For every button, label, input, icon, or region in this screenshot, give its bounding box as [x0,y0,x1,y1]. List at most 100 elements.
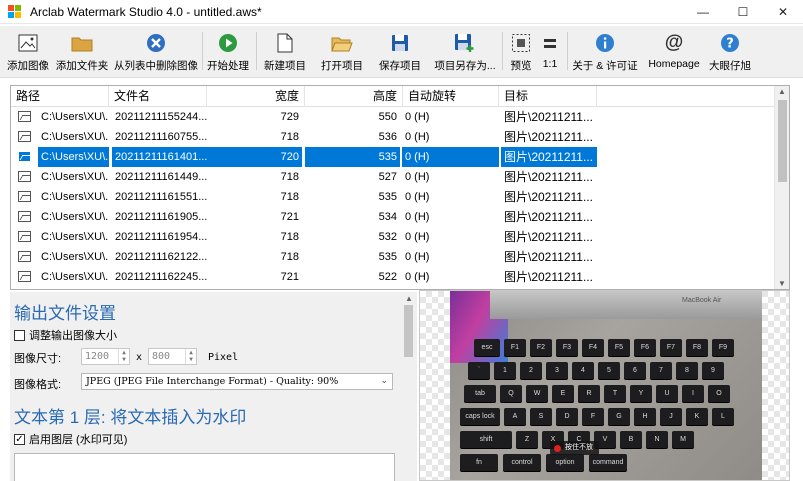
minimize-button[interactable]: — [683,0,723,24]
checkbox-icon[interactable] [14,329,25,341]
remove-image-label: 从列表中删除图像 [114,60,198,72]
times-sign: x [136,352,143,363]
table-row[interactable]: C:\Users\XU\... 20211211161551... 718 535 0 … [11,187,776,207]
cell-rotate: 0 (H) [405,251,430,263]
table-row[interactable]: C:\Users\XU\... 20211211161905... 721 534 0 … [11,207,776,227]
list-scroll-thumb[interactable] [778,100,787,182]
cell-rotate: 0 (H) [405,131,430,143]
maximize-button[interactable]: ☐ [723,0,763,24]
cell-name: 20211211161551... [115,191,207,203]
laptop-brand-label: MacBook Air [682,297,722,304]
text-layer-title: 文本第 1 层: 将文本插入为水印 [14,408,247,427]
new-project-button[interactable]: 新建项目 [262,28,308,74]
image-format-select[interactable]: JPEG (JPEG File Interchange Format) - Qu… [81,373,393,390]
cell-rotate: 0 (H) [405,191,430,203]
scroll-up-icon[interactable]: ▲ [778,87,786,96]
cell-target: 图片\20211211... [504,130,593,144]
cell-target: 图片\20211211... [504,270,593,284]
keyboard-key: B [620,431,642,448]
cell-path: C:\Users\XU\... [41,171,109,183]
open-project-button[interactable]: 打开项目 [319,28,365,74]
table-row[interactable]: C:\Users\XU\... 20211211161954... 718 532 0 … [11,227,776,247]
settings-scroll-thumb[interactable] [404,305,413,357]
column-header-filename[interactable]: 文件名 [109,86,207,107]
cell-path: C:\Users\XU\... [41,271,109,283]
resize-output-checkbox[interactable]: 调整输出图像大小 [14,327,117,343]
preview-icon [510,32,532,54]
save-project-as-button[interactable]: 项目另存为... [434,28,496,74]
laptop-lid [490,291,762,319]
settings-scrollbar[interactable]: ▲ [400,292,417,481]
at-sign-icon: @ [664,32,684,53]
info-icon [594,32,616,54]
keyboard-key: F2 [530,339,552,356]
cell-path: C:\Users\XU\... [41,191,109,203]
image-file-icon [18,191,31,202]
stepper-arrows-icon[interactable]: ▲ ▼ [118,349,129,364]
keyboard-key: ` [468,362,490,379]
column-header-target[interactable]: 目标 [499,86,597,107]
height-stepper[interactable]: 800 ▲ ▼ [148,348,197,365]
cell-height: 535 [305,147,400,167]
image-file-icon [18,271,31,282]
zoom-1to1-button[interactable]: 1:1 [538,28,562,74]
table-row[interactable]: C:\Users\XU\... 20211211161449... 718 527 0 … [11,167,776,187]
column-header-width[interactable]: 宽度 [207,86,305,107]
save-icon [389,32,411,54]
add-folder-button[interactable]: 添加文件夹 [55,28,109,74]
enable-layer-checkbox[interactable]: ✓ 启用图层 (水印可见) [14,431,127,447]
help-button[interactable]: ? 大眼仔旭 [707,28,753,74]
help-icon: ? [719,32,741,54]
table-row[interactable]: C:\Users\XU\... 20211211162122... 718 535 0 … [11,247,776,267]
list-header: 路径 文件名 宽度 高度 自动旋转 目标 [11,86,776,107]
cell-path: C:\Users\XU\... [38,147,109,167]
preview-label: 预览 [510,60,532,72]
start-processing-button[interactable]: 开始处理 [206,28,250,74]
add-image-label: 添加图像 [7,60,49,72]
keyboard-key: W [526,385,548,402]
keyboard-key: command [589,454,627,471]
column-header-path[interactable]: 路径 [11,86,109,107]
close-button[interactable]: ✕ [763,0,803,24]
toolbar-separator [502,32,503,70]
watermark-text-input[interactable] [14,453,395,481]
cell-path: C:\Users\XU\... [41,211,109,223]
scroll-down-icon[interactable]: ▼ [778,279,786,288]
save-project-button[interactable]: 保存项目 [377,28,423,74]
image-icon [17,32,39,54]
resize-output-label: 调整输出图像大小 [29,330,117,342]
cell-width: 718 [280,251,299,263]
preview-button[interactable]: 预览 [508,28,534,74]
keyboard-key: esc [474,339,500,356]
remove-image-button[interactable]: 从列表中删除图像 [114,28,198,74]
cell-name: 20211211161905... [115,211,207,223]
homepage-label: Homepage [648,58,700,70]
column-header-height[interactable]: 高度 [305,86,403,107]
checkbox-checked-icon[interactable]: ✓ [14,433,25,445]
keyboard-key: 9 [702,362,724,379]
keyboard-key: N [646,431,668,448]
cell-path: C:\Users\XU\... [41,111,109,123]
keyboard-key: G [608,408,630,425]
width-stepper[interactable]: 1200 ▲ ▼ [81,348,130,365]
homepage-button[interactable]: @ Homepage [645,28,703,74]
column-header-auto-rotate[interactable]: 自动旋转 [403,86,499,107]
cell-name: 20211211162245... [115,271,207,283]
toolbar: 添加图像 添加文件夹 从列表中删除图像 开始处理 新建项目 打开项目 保存项目 … [0,26,803,78]
table-row[interactable]: C:\Users\XU\... 20211211155244... 729 550 0 … [11,107,776,127]
stepper-arrows-icon[interactable]: ▲ ▼ [185,349,196,364]
table-row[interactable]: C:\Users\XU\... 20211211161401... 720 535 0 … [11,147,776,167]
add-image-button[interactable]: 添加图像 [6,28,50,74]
table-row[interactable]: C:\Users\XU\... 20211211162245... 721 522 0 … [11,267,776,287]
list-scrollbar[interactable]: ▲ ▼ [774,86,789,289]
keyboard-key: S [530,408,552,425]
table-row[interactable]: C:\Users\XU\... 20211211160755... 718 536 0 … [11,127,776,147]
image-list[interactable]: 路径 文件名 宽度 高度 自动旋转 目标 C:\Users\XU\... 2021… [10,85,790,290]
keyboard-key: F8 [686,339,708,356]
cell-width: 721 [280,211,299,223]
toast-text: 按住不放 [565,444,593,451]
about-license-button[interactable]: 关于 & 许可证 [571,28,639,74]
scroll-up-icon[interactable]: ▲ [405,294,413,303]
remove-icon [145,32,167,54]
cell-name: 20211211155244... [115,111,207,123]
